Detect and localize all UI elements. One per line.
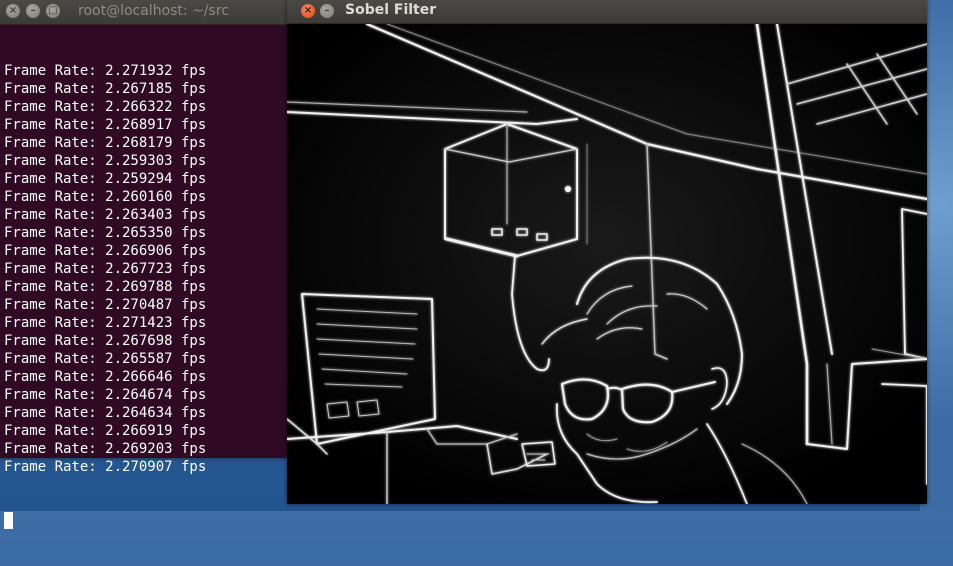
terminal-line: Frame Rate: 2.270907 fps: [4, 459, 207, 475]
terminal-line: Frame Rate: 2.263403 fps: [4, 207, 207, 223]
close-icon[interactable]: ×: [6, 4, 20, 18]
terminal-line: Frame Rate: 2.264634 fps: [4, 405, 207, 421]
terminal-titlebar[interactable]: × – □ root@localhost: ~/src: [0, 0, 287, 25]
sobel-filter-window[interactable]: × – Sobel Filter: [287, 0, 927, 504]
terminal-line: Frame Rate: 2.264674 fps: [4, 387, 207, 403]
terminal-line: Frame Rate: 2.267723 fps: [4, 261, 207, 277]
terminal-line: Frame Rate: 2.259294 fps: [4, 171, 207, 187]
terminal-window[interactable]: × – □ root@localhost: ~/src Frame Rate: …: [0, 0, 287, 529]
terminal-line: Frame Rate: 2.269788 fps: [4, 279, 207, 295]
terminal-line: Frame Rate: 2.266646 fps: [4, 369, 207, 385]
terminal-title: root@localhost: ~/src: [78, 3, 229, 19]
terminal-line: Frame Rate: 2.259303 fps: [4, 153, 207, 169]
terminal-line: Frame Rate: 2.270487 fps: [4, 297, 207, 313]
terminal-line: Frame Rate: 2.267698 fps: [4, 333, 207, 349]
terminal-line: Frame Rate: 2.260160 fps: [4, 189, 207, 205]
minimize-icon[interactable]: –: [320, 4, 334, 18]
sobel-window-title: Sobel Filter: [345, 2, 437, 18]
terminal-line: Frame Rate: 2.265587 fps: [4, 351, 207, 367]
minimize-icon[interactable]: –: [26, 4, 40, 18]
terminal-line: Frame Rate: 2.271423 fps: [4, 315, 207, 331]
terminal-line: Frame Rate: 2.268179 fps: [4, 135, 207, 151]
maximize-icon[interactable]: □: [46, 4, 60, 18]
close-icon[interactable]: ×: [301, 4, 315, 18]
terminal-line: Frame Rate: 2.266919 fps: [4, 423, 207, 439]
sobel-titlebar[interactable]: × – Sobel Filter: [287, 0, 927, 24]
terminal-line: Frame Rate: 2.266906 fps: [4, 243, 207, 259]
terminal-line: Frame Rate: 2.266322 fps: [4, 99, 207, 115]
sobel-edge-image: [287, 24, 927, 504]
terminal-cursor: [4, 512, 13, 529]
terminal-line: Frame Rate: 2.271932 fps: [4, 63, 207, 79]
terminal-line: Frame Rate: 2.267185 fps: [4, 81, 207, 97]
terminal-output[interactable]: Frame Rate: 2.271932 fps Frame Rate: 2.26…: [4, 26, 287, 529]
terminal-line: Frame Rate: 2.269203 fps: [4, 441, 207, 457]
terminal-line: Frame Rate: 2.265350 fps: [4, 225, 207, 241]
terminal-line: Frame Rate: 2.268917 fps: [4, 117, 207, 133]
